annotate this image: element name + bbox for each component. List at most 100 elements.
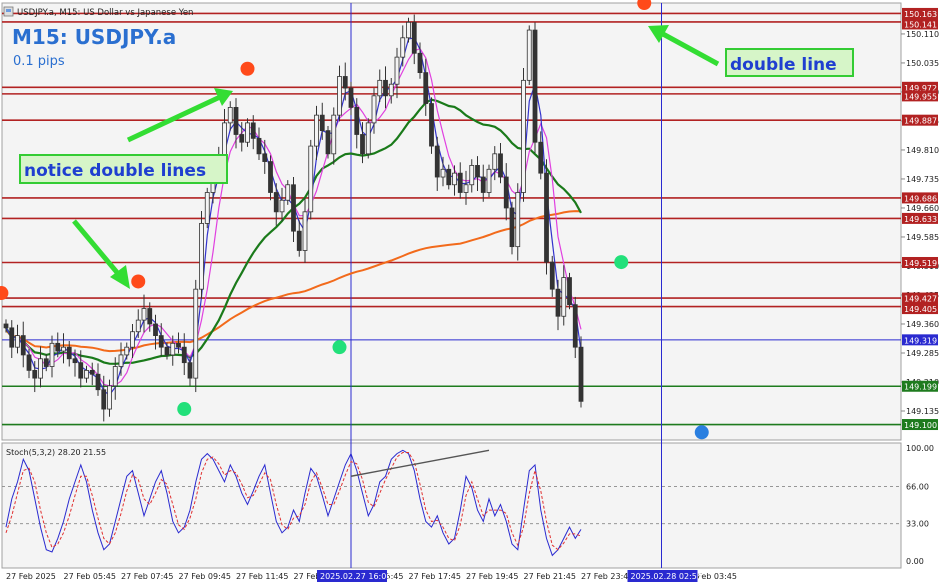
candle-body <box>95 373 101 391</box>
candle-body <box>101 389 107 410</box>
candle-body <box>107 385 112 410</box>
candle-body <box>429 103 434 147</box>
candle-body <box>66 346 72 360</box>
candle-body <box>411 21 417 54</box>
level-label-text: 150.163 <box>904 10 937 19</box>
candle-body <box>84 369 89 379</box>
level-label-text: 150.141 <box>904 20 937 29</box>
candle-body <box>388 83 394 97</box>
candle-body <box>365 122 371 155</box>
candle-body <box>233 107 239 135</box>
candle-body <box>509 207 515 248</box>
candle-body <box>147 308 153 325</box>
price-tick-label: 150.035 <box>906 59 939 68</box>
candle-body <box>227 107 233 124</box>
candle-body <box>20 335 26 356</box>
price-tick-label: 149.660 <box>906 204 939 213</box>
candle-body <box>32 369 38 379</box>
price-tick-label: 150.110 <box>906 30 939 39</box>
time-tick-label: 27 Feb 11:45 <box>236 572 288 581</box>
current-price-label: 149.319 <box>904 336 937 345</box>
candle-body <box>9 327 15 348</box>
candle-body <box>124 346 130 356</box>
candle-body <box>15 335 20 348</box>
candle-body <box>78 362 84 379</box>
signal-marker-blue <box>694 425 709 440</box>
candle-body <box>268 161 273 193</box>
candle-body <box>43 358 49 367</box>
level-label-text: 149.427 <box>904 295 937 304</box>
signal-marker-red <box>131 274 146 289</box>
candle-body <box>572 304 578 348</box>
level-label-text: 149.199 <box>904 383 937 392</box>
candle-body <box>55 342 61 352</box>
candle-body <box>250 122 256 139</box>
candle-body <box>181 346 187 364</box>
candle-body <box>515 192 521 248</box>
candle-body <box>193 288 199 379</box>
candle-body <box>492 153 498 170</box>
candle-body <box>538 141 544 174</box>
candle-body <box>475 165 480 178</box>
time-tick-label: 27 Feb 09:45 <box>179 572 231 581</box>
pips-label: 0.1 pips <box>13 54 65 69</box>
price-tick-label: 149.135 <box>906 407 939 416</box>
annotation-notice-double-lines: notice double lines <box>24 161 206 181</box>
candle-body <box>377 79 383 97</box>
candle-body <box>544 172 549 263</box>
level-label-text: 149.633 <box>904 215 937 224</box>
time-tick-label: 27 Feb 17:45 <box>409 572 461 581</box>
candle-body <box>61 346 66 352</box>
window-caption: USDJPY.a, M15: US Dollar vs Japanese Yen <box>3 6 193 18</box>
price-tick-label: 149.735 <box>906 175 939 184</box>
candle-body <box>141 308 147 321</box>
time-marker-label: 2025.02.28 02:55 <box>631 572 702 581</box>
candle-body <box>170 342 176 356</box>
candle-body <box>187 362 193 379</box>
candle-body <box>549 261 555 290</box>
candle-body <box>526 29 532 81</box>
candle-body <box>325 130 331 155</box>
time-tick-label: 27 Feb 2025 <box>6 572 56 581</box>
candle-body <box>319 114 325 132</box>
stoch-tick-label: 66.00 <box>906 482 929 491</box>
candle-body <box>308 145 314 213</box>
stoch-tick-label: 100.00 <box>906 444 934 453</box>
level-label-text: 149.405 <box>904 305 937 314</box>
candle-body <box>331 114 337 155</box>
price-tick-label: 149.585 <box>906 233 939 242</box>
level-label-text: 149.519 <box>904 259 937 268</box>
level-label-text: 149.955 <box>904 92 937 101</box>
price-tick-label: 149.810 <box>906 146 939 155</box>
candle-body <box>521 79 526 193</box>
chart-canvas[interactable]: 150.110150.035149.960149.885149.810149.7… <box>0 0 950 583</box>
candle-body <box>164 346 170 356</box>
time-marker-label: 2025.02.27 16:00 <box>320 572 391 581</box>
candle-body <box>469 165 475 186</box>
stochastic-title: Stoch(5,3,2) 28.20 21.55 <box>6 448 106 457</box>
candle-body <box>486 168 492 193</box>
candle-body <box>423 72 429 104</box>
candle-body <box>417 52 423 74</box>
candle-body <box>239 134 245 143</box>
candle-body <box>578 346 584 402</box>
candle-body <box>400 37 406 58</box>
stoch-tick-label: 0.00 <box>906 557 924 566</box>
window-caption-text: USDJPY.a, M15: US Dollar vs Japanese Yen <box>17 8 193 18</box>
symbol-title: M15: USDJPY.a <box>12 25 176 49</box>
candle-body <box>245 122 250 143</box>
time-tick-label: 27 Feb 05:45 <box>64 572 116 581</box>
candle-body <box>72 358 78 364</box>
signal-marker-green <box>332 340 347 355</box>
signal-marker-green <box>177 402 192 417</box>
candle-body <box>498 153 503 178</box>
candle-body <box>112 366 118 387</box>
time-tick-label: 27 Feb 19:45 <box>466 572 518 581</box>
candle-body <box>567 277 572 306</box>
chart-window-icon-inner <box>6 9 11 12</box>
time-tick-label: 27 Feb 21:45 <box>524 572 576 581</box>
candle-body <box>158 335 164 348</box>
candle-body <box>463 184 469 193</box>
time-tick-label: 27 Feb 07:45 <box>121 572 173 581</box>
candle-body <box>348 87 354 108</box>
